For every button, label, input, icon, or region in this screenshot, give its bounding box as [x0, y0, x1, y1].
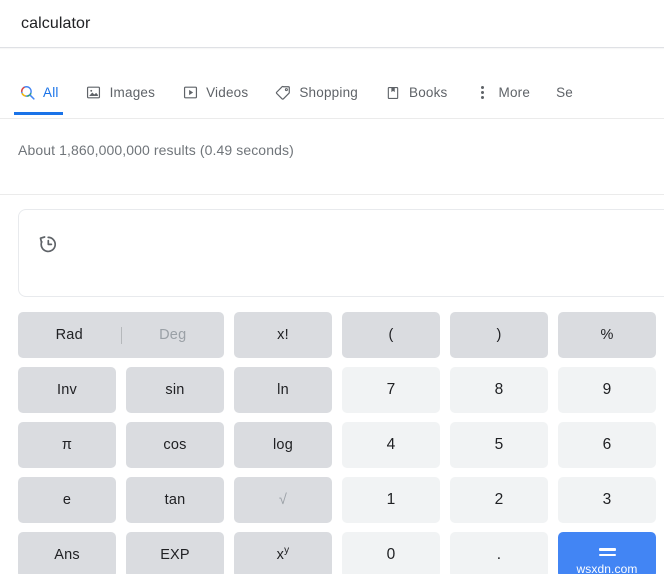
key-cos[interactable]: cos [126, 422, 224, 468]
rad-button[interactable]: Rad [18, 312, 121, 358]
image-icon [85, 84, 103, 102]
key-tan[interactable]: tan [126, 477, 224, 523]
tab-books[interactable]: Books [384, 74, 448, 111]
key-power-base: x [276, 546, 285, 563]
tab-videos[interactable]: Videos [181, 74, 248, 111]
key-e[interactable]: e [18, 477, 116, 523]
key-sqrt[interactable]: √ [234, 477, 332, 523]
tab-shopping[interactable]: Shopping [274, 74, 358, 111]
search-input[interactable]: calculator [21, 14, 90, 34]
key-ans[interactable]: Ans [18, 532, 116, 574]
book-icon [384, 84, 402, 102]
key-paren-open[interactable]: ( [342, 312, 440, 358]
tab-all[interactable]: All [14, 74, 63, 115]
result-stats: About 1,860,000,000 results (0.49 second… [18, 142, 294, 158]
history-clock-icon[interactable] [36, 232, 60, 256]
calculator-keypad: Rad Deg x! ( ) % Inv sin ln 7 8 9 π cos … [18, 312, 664, 574]
key-percent[interactable]: % [558, 312, 656, 358]
video-play-icon [181, 84, 199, 102]
key-equals[interactable]: wsxdn.com [558, 532, 656, 574]
key-ln[interactable]: ln [234, 367, 332, 413]
tab-images-label: Images [109, 84, 156, 100]
key-7[interactable]: 7 [342, 367, 440, 413]
key-6[interactable]: 6 [558, 422, 656, 468]
key-factorial[interactable]: x! [234, 312, 332, 358]
calculator-display[interactable] [18, 209, 664, 297]
tab-settings-label: Se [556, 84, 573, 100]
tab-more-label: More [498, 84, 531, 100]
search-vertical-tabs: All Images Videos Shopping Books More Se [0, 74, 664, 119]
tab-videos-label: Videos [206, 84, 249, 100]
key-sin[interactable]: sin [126, 367, 224, 413]
tab-settings-truncated[interactable]: Se [556, 74, 573, 111]
key-exp[interactable]: EXP [126, 532, 224, 574]
tab-shopping-label: Shopping [299, 84, 358, 100]
watermark: wsxdn.com [576, 562, 638, 574]
tab-all-label: All [43, 84, 59, 100]
key-inv[interactable]: Inv [18, 367, 116, 413]
key-4[interactable]: 4 [342, 422, 440, 468]
tab-images[interactable]: Images [85, 74, 155, 111]
key-5[interactable]: 5 [450, 422, 548, 468]
search-box[interactable]: calculator [0, 0, 664, 48]
key-pi[interactable]: π [18, 422, 116, 468]
key-0[interactable]: 0 [342, 532, 440, 574]
key-1[interactable]: 1 [342, 477, 440, 523]
calculator-widget: Rad Deg x! ( ) % Inv sin ln 7 8 9 π cos … [0, 194, 664, 574]
key-9[interactable]: 9 [558, 367, 656, 413]
more-vertical-icon [474, 84, 492, 102]
deg-button[interactable]: Deg [122, 312, 225, 358]
google-search-icon [18, 84, 36, 102]
key-paren-close[interactable]: ) [450, 312, 548, 358]
key-3[interactable]: 3 [558, 477, 656, 523]
equals-icon [598, 548, 616, 556]
key-2[interactable]: 2 [450, 477, 548, 523]
price-tag-icon [274, 84, 292, 102]
key-power[interactable]: xy [234, 532, 332, 574]
key-8[interactable]: 8 [450, 367, 548, 413]
key-log[interactable]: log [234, 422, 332, 468]
angle-mode-toggle[interactable]: Rad Deg [18, 312, 224, 358]
google-search-results-page: calculator All Images Videos Shopping Bo… [0, 0, 664, 574]
tab-more[interactable]: More [474, 74, 531, 111]
key-decimal[interactable]: . [450, 532, 548, 574]
tab-books-label: Books [408, 84, 448, 100]
